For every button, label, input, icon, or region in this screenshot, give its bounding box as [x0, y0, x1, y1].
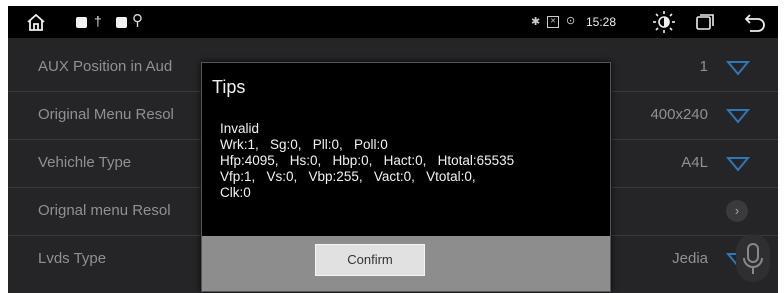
- microphone-icon[interactable]: [736, 234, 770, 282]
- notification-icon: [76, 17, 87, 28]
- usb-icon: ⚲: [132, 12, 143, 29]
- dialog-line: Hfp:4095, Hs:0, Hbp:0, Hact:0, Htotal:65…: [220, 153, 515, 168]
- location-icon: ⊙: [566, 15, 576, 27]
- dialog-line: Clk:0: [220, 185, 251, 200]
- brightness-icon[interactable]: [652, 10, 676, 34]
- setting-value: Jedia: [672, 250, 708, 267]
- status-time: 15:28: [586, 15, 617, 29]
- setting-label: Orignal menu Resol: [38, 202, 171, 219]
- chevron-right-icon[interactable]: ›: [726, 200, 748, 222]
- dialog-footer: Confirm: [202, 236, 610, 291]
- status-bar: † ⚲ ✱ ✕ ⊙ 15:28: [8, 6, 778, 38]
- setting-value: 400x240: [650, 106, 708, 123]
- tips-dialog: Tips Invalid Wrk:1, Sg:0, Pll:0, Poll:0 …: [201, 62, 611, 292]
- confirm-button[interactable]: Confirm: [315, 244, 425, 276]
- dialog-message: Invalid Wrk:1, Sg:0, Pll:0, Poll:0 Hfp:4…: [220, 121, 514, 201]
- dagger-icon: †: [94, 13, 102, 29]
- dialog-line: Wrk:1, Sg:0, Pll:0, Poll:0: [220, 137, 388, 152]
- dropdown-triangle-icon[interactable]: [726, 108, 750, 124]
- setting-label: Lvds Type: [38, 250, 107, 267]
- dialog-title: Tips: [212, 77, 246, 97]
- back-icon[interactable]: [744, 12, 766, 32]
- setting-label: Vehichle Type: [38, 154, 132, 171]
- dropdown-triangle-icon[interactable]: [726, 156, 750, 172]
- car-settings-screen: † ⚲ ✱ ✕ ⊙ 15:28 AUX Position in Aud 1 Or…: [8, 6, 778, 293]
- setting-value: A4L: [681, 154, 708, 171]
- recent-apps-icon[interactable]: [696, 14, 714, 30]
- setting-value: 1: [699, 58, 708, 75]
- sim-icon: ✕: [547, 16, 559, 28]
- notification-icon: [116, 17, 127, 28]
- dialog-line: Invalid: [220, 121, 260, 136]
- bluetooth-icon: ✱: [531, 16, 541, 28]
- dialog-line: Vfp:1, Vs:0, Vbp:255, Vact:0, Vtotal:0,: [220, 169, 476, 184]
- setting-label: AUX Position in Aud: [38, 58, 173, 75]
- setting-label: Original Menu Resol: [38, 106, 174, 123]
- home-icon[interactable]: [26, 12, 46, 32]
- dropdown-triangle-icon[interactable]: [726, 60, 750, 76]
